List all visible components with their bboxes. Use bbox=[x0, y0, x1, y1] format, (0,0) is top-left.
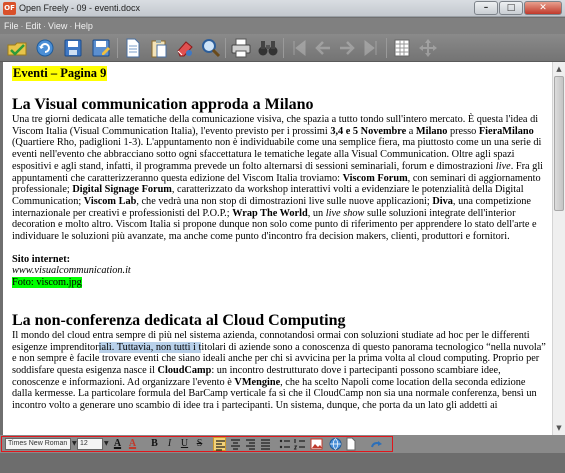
align-justify-icon[interactable] bbox=[259, 437, 272, 451]
menu-separator: · bbox=[20, 21, 24, 31]
document-page[interactable]: Eventi – Pagina 9 La Visual communicatio… bbox=[12, 66, 548, 434]
menu-separator: · bbox=[69, 21, 73, 31]
menu-help[interactable]: Help bbox=[74, 20, 93, 32]
grid-icon[interactable] bbox=[391, 37, 413, 59]
chevron-down-icon[interactable]: ▼ bbox=[104, 438, 109, 450]
toolbar-separator bbox=[283, 38, 284, 58]
main-toolbar bbox=[0, 34, 565, 62]
align-center-icon[interactable] bbox=[229, 437, 242, 451]
site-label: Sito internet: bbox=[12, 253, 71, 265]
align-right-icon[interactable] bbox=[244, 437, 257, 451]
article-title: La Visual communication approda a Milano bbox=[12, 96, 314, 113]
numbered-list-icon[interactable] bbox=[293, 437, 306, 451]
photo-caption: Foto: viscom.jpg bbox=[12, 277, 82, 289]
menu-bar: File · Edit · View · Help bbox=[0, 18, 565, 34]
reload-icon[interactable] bbox=[34, 37, 56, 59]
binoculars-icon[interactable] bbox=[257, 37, 279, 59]
page-icon[interactable] bbox=[344, 437, 357, 451]
font-size-select[interactable]: 12 bbox=[77, 438, 103, 450]
close-button[interactable]: ✕ bbox=[524, 1, 562, 15]
article-body: Una tre giorni dedicata alle tematiche d… bbox=[12, 114, 544, 243]
print-icon[interactable] bbox=[230, 37, 252, 59]
scroll-down-icon[interactable]: ▼ bbox=[553, 422, 565, 434]
article-body: Il mondo del cloud entra sempre di più n… bbox=[12, 329, 546, 412]
prev-page-icon[interactable] bbox=[312, 37, 334, 59]
window-controls: – □ ✕ bbox=[473, 1, 562, 16]
article-title: La non-conferenza dedicata al Cloud Comp… bbox=[12, 311, 346, 329]
toolbar-separator bbox=[117, 38, 118, 58]
first-page-icon[interactable] bbox=[288, 37, 310, 59]
globe-icon[interactable] bbox=[329, 437, 342, 451]
title-bar: OF Open Freely - 09 - eventi.docx – □ ✕ bbox=[0, 0, 565, 17]
maximize-button[interactable]: □ bbox=[499, 1, 523, 15]
app-logo-icon: OF bbox=[3, 2, 16, 15]
menu-separator: · bbox=[43, 21, 47, 31]
chevron-down-icon[interactable]: ▼ bbox=[72, 438, 77, 450]
eraser-icon[interactable] bbox=[174, 37, 196, 59]
strikethrough-button[interactable]: S bbox=[193, 437, 206, 451]
next-page-icon[interactable] bbox=[336, 37, 358, 59]
toolbar-separator bbox=[386, 38, 387, 58]
font-name-select[interactable]: Times New Roman bbox=[5, 438, 71, 450]
save-as-icon[interactable] bbox=[90, 37, 112, 59]
highlight-color-button[interactable]: A bbox=[126, 437, 139, 451]
minimize-button[interactable]: – bbox=[474, 1, 498, 15]
menu-file[interactable]: File bbox=[4, 20, 19, 32]
move-icon[interactable] bbox=[417, 37, 439, 59]
insert-image-icon[interactable] bbox=[310, 437, 323, 451]
menu-edit[interactable]: Edit bbox=[26, 20, 42, 32]
scroll-thumb[interactable] bbox=[554, 76, 564, 211]
find-icon[interactable] bbox=[200, 37, 222, 59]
scroll-up-icon[interactable]: ▲ bbox=[553, 63, 565, 75]
italic-button[interactable]: I bbox=[163, 437, 176, 451]
paste-icon[interactable] bbox=[148, 37, 170, 59]
vertical-scrollbar[interactable]: ▲ ▼ bbox=[552, 62, 565, 435]
text-selection: iali. Tuttavia, non tutti i t bbox=[98, 341, 202, 353]
menu-view[interactable]: View bbox=[48, 20, 67, 32]
last-page-icon[interactable] bbox=[360, 37, 382, 59]
bullet-list-icon[interactable] bbox=[278, 437, 291, 451]
open-folder-icon[interactable] bbox=[6, 37, 28, 59]
status-bar bbox=[0, 453, 565, 473]
redo-arrow-icon[interactable] bbox=[370, 437, 383, 451]
document-area[interactable]: Eventi – Pagina 9 La Visual communicatio… bbox=[0, 62, 565, 435]
document-icon[interactable] bbox=[122, 37, 144, 59]
toolbar-separator bbox=[225, 38, 226, 58]
underline-button[interactable]: U bbox=[178, 437, 191, 451]
save-icon[interactable] bbox=[62, 37, 84, 59]
site-url[interactable]: www.visualcommunication.it bbox=[12, 265, 548, 277]
bold-button[interactable]: B bbox=[148, 437, 161, 451]
align-left-icon[interactable] bbox=[213, 437, 226, 451]
text-color-button[interactable]: A bbox=[111, 437, 124, 451]
page-header: Eventi – Pagina 9 bbox=[12, 66, 108, 81]
window-title: Open Freely - 09 - eventi.docx bbox=[19, 3, 141, 13]
